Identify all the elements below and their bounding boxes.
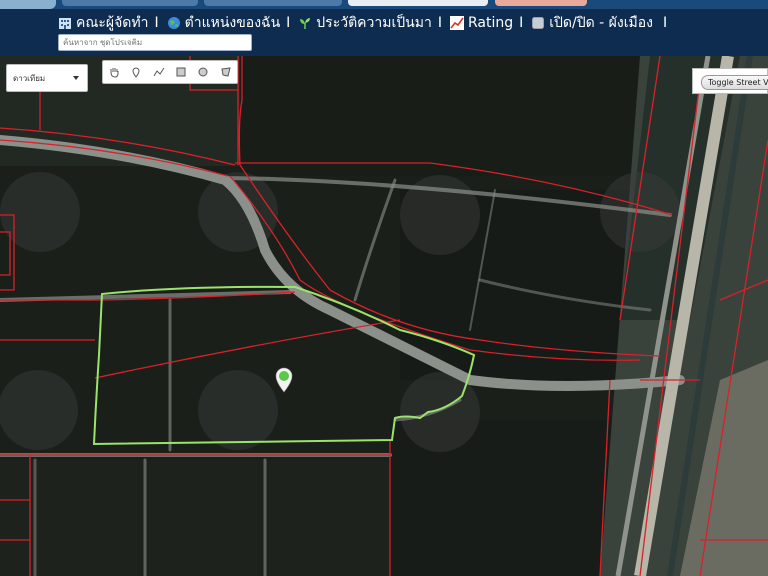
top-button[interactable]	[495, 0, 587, 6]
nav-label-team: คณะผู้จัดทำ	[76, 15, 149, 31]
rectangle-icon[interactable]	[173, 64, 189, 80]
street-view-panel: Toggle Street View	[692, 68, 768, 94]
nav-item-zoning-toggle[interactable]: เปิด/ปิด - ผังเมือง I	[531, 12, 675, 34]
top-field-2	[204, 0, 342, 6]
circle-icon[interactable]	[195, 64, 211, 80]
nav-separator: I	[286, 15, 291, 31]
map-canvas[interactable]	[0, 56, 768, 576]
map-type-value: ดาวเทียม	[13, 73, 46, 83]
nav-separator: I	[154, 15, 159, 31]
globe-icon	[167, 16, 181, 30]
nav-label-my-location: ตำแหน่งของฉัน	[184, 15, 281, 31]
main-nav: คณะผู้จัดทำ I ตำแหน่งของฉัน I ประวัติควา…	[58, 12, 675, 34]
nav-item-my-location[interactable]: ตำแหน่งของฉัน	[167, 12, 281, 34]
map-type-selector[interactable]: ดาวเทียม	[6, 64, 88, 92]
hand-icon[interactable]	[106, 64, 122, 80]
chevron-down-icon	[73, 76, 79, 80]
search-input[interactable]	[58, 34, 252, 51]
nav-label-zoning-toggle: เปิด/ปิด - ผังเมือง	[549, 15, 653, 31]
polygon-icon[interactable]	[218, 64, 234, 80]
nav-separator: I	[662, 15, 668, 31]
nav-item-history[interactable]: ประวัติความเป็นมา	[298, 12, 432, 34]
nav-label-rating: Rating	[467, 15, 514, 31]
chart-icon	[449, 16, 464, 30]
sprout-icon	[298, 16, 312, 30]
drawing-toolbar	[102, 60, 238, 84]
toggle-square-icon	[531, 16, 545, 30]
nav-item-rating[interactable]: Rating	[449, 15, 514, 31]
nav-separator: I	[519, 15, 524, 31]
polyline-icon[interactable]	[151, 64, 167, 80]
nav-separator: I	[437, 15, 442, 31]
nav-label-history: ประวัติความเป็นมา	[316, 15, 432, 31]
building-icon	[58, 16, 72, 30]
toggle-street-view-button[interactable]: Toggle Street View	[701, 75, 768, 90]
satellite-map[interactable]: ดาวเทียม Toggle Street View	[0, 56, 768, 576]
nav-item-team[interactable]: คณะผู้จัดทำ	[58, 12, 148, 34]
marker-icon[interactable]	[128, 64, 144, 80]
top-field-3	[348, 0, 488, 6]
top-field-1	[62, 0, 198, 6]
site-logo[interactable]	[0, 0, 56, 9]
top-header: คณะผู้จัดทำ I ตำแหน่งของฉัน I ประวัติควา…	[0, 0, 768, 56]
